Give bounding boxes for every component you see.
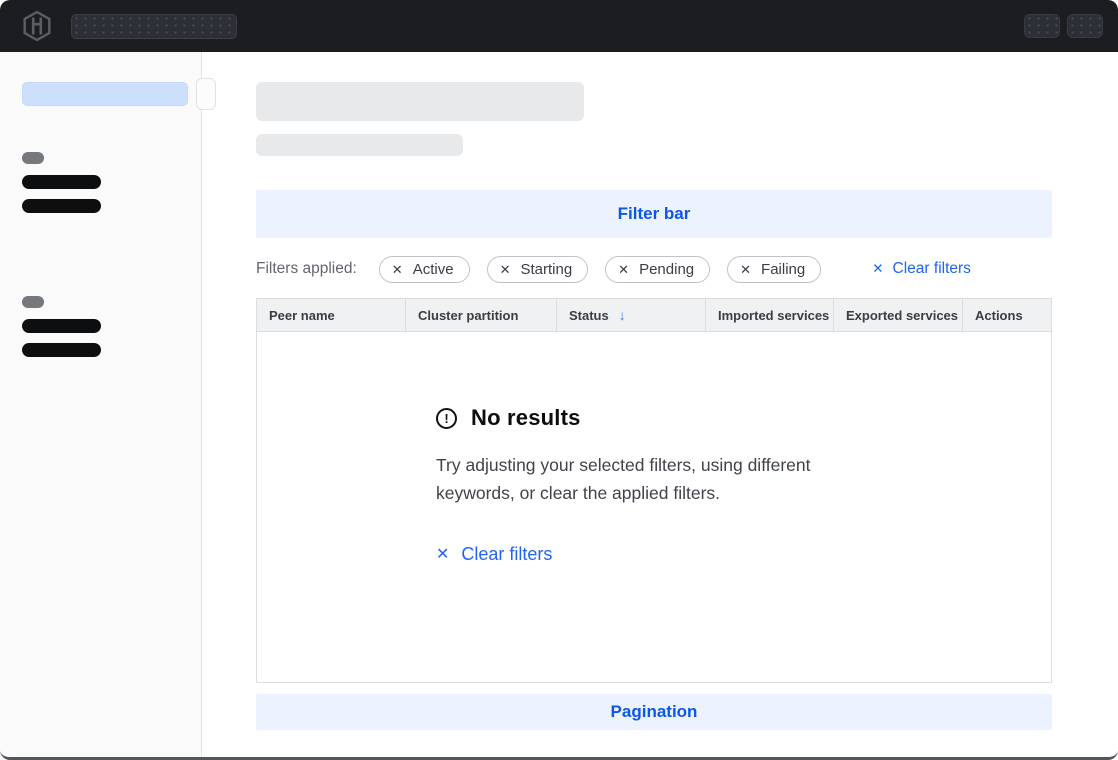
close-icon[interactable]: ✕ (392, 263, 403, 276)
hashicorp-logo-icon[interactable] (20, 10, 54, 42)
empty-state-clear-filters-link[interactable]: ✕ Clear filters (436, 544, 552, 565)
top-navbar (0, 0, 1118, 52)
column-header-peer-name[interactable]: Peer name (257, 299, 406, 331)
column-header-actions: Actions (963, 299, 1051, 331)
filter-bar-banner[interactable]: Filter bar (256, 190, 1052, 238)
table-header-row: Peer name Cluster partition Status ↓ Imp… (257, 299, 1051, 332)
sidebar-section-label-placeholder (22, 296, 44, 308)
sidebar-selected-item-placeholder[interactable] (22, 82, 188, 106)
filter-pill-label: Pending (639, 261, 694, 278)
filter-pill-label: Active (413, 261, 454, 278)
sidebar-item-placeholder[interactable] (22, 175, 101, 189)
filter-pill-label: Starting (520, 261, 572, 278)
filter-pill-failing[interactable]: ✕ Failing (727, 256, 821, 283)
column-header-exported-services[interactable]: Exported services (834, 299, 963, 331)
filters-applied-label: Filters applied: (256, 260, 357, 278)
main-content: Filter bar Filters applied: ✕ Active ✕ S… (202, 52, 1118, 757)
close-icon: ✕ (872, 262, 883, 276)
column-header-status[interactable]: Status ↓ (557, 299, 706, 331)
navbar-button-placeholder[interactable] (1067, 14, 1103, 38)
empty-state-clear-filters-label: Clear filters (461, 544, 552, 565)
clear-filters-label: Clear filters (893, 260, 971, 278)
filter-pill-pending[interactable]: ✕ Pending (605, 256, 710, 283)
clear-filters-link[interactable]: ✕ Clear filters (872, 260, 971, 278)
app-window: Filter bar Filters applied: ✕ Active ✕ S… (0, 0, 1118, 760)
navbar-button-placeholder[interactable] (1024, 14, 1060, 38)
sidebar-item-placeholder[interactable] (22, 343, 101, 357)
empty-state-description: Try adjusting your selected filters, usi… (436, 452, 876, 507)
sidebar (0, 52, 202, 757)
filter-bar-label: Filter bar (618, 204, 691, 224)
close-icon: ✕ (436, 547, 449, 563)
filter-pill-active[interactable]: ✕ Active (379, 256, 470, 283)
sidebar-item-placeholder[interactable] (22, 319, 101, 333)
table-empty-state: ! No results Try adjusting your selected… (257, 332, 1051, 682)
page-subtitle-placeholder (256, 134, 463, 156)
close-icon[interactable]: ✕ (740, 263, 751, 276)
alert-circle-icon: ! (436, 408, 457, 429)
pagination-label: Pagination (611, 702, 698, 722)
sidebar-collapse-handle[interactable] (196, 78, 216, 110)
close-icon[interactable]: ✕ (500, 263, 511, 276)
search-input-placeholder[interactable] (71, 14, 237, 39)
filter-pill-label: Failing (761, 261, 805, 278)
navbar-actions (1024, 14, 1103, 38)
sort-descending-icon[interactable]: ↓ (619, 307, 626, 323)
close-icon[interactable]: ✕ (618, 263, 629, 276)
page-title-placeholder (256, 82, 584, 121)
column-header-imported-services[interactable]: Imported services (706, 299, 834, 331)
empty-state-title: No results (471, 405, 581, 431)
filter-pill-starting[interactable]: ✕ Starting (487, 256, 589, 283)
sidebar-section-label-placeholder (22, 152, 44, 164)
applied-filters-row: Filters applied: ✕ Active ✕ Starting ✕ P… (256, 255, 1052, 283)
pagination-banner[interactable]: Pagination (256, 694, 1052, 730)
sidebar-item-placeholder[interactable] (22, 199, 101, 213)
peers-table: Peer name Cluster partition Status ↓ Imp… (256, 298, 1052, 683)
column-header-cluster-partition[interactable]: Cluster partition (406, 299, 557, 331)
